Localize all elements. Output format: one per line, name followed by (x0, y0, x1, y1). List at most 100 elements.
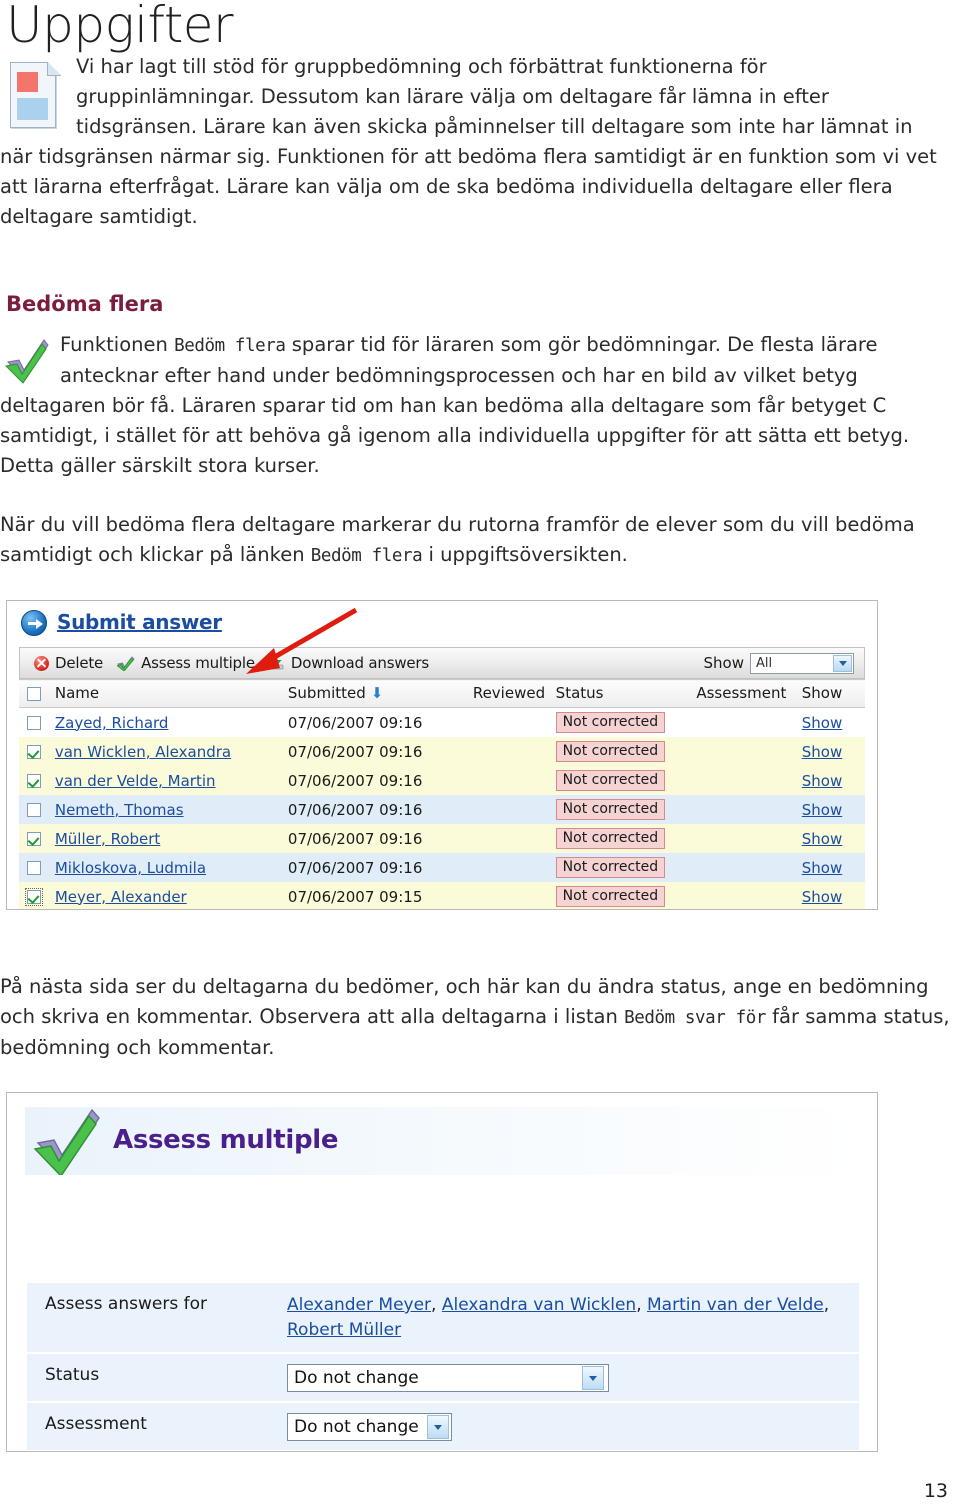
assessment-cell (696, 707, 802, 737)
row-checkbox[interactable] (27, 832, 41, 846)
submitted-cell: 07/06/2007 09:16 (287, 853, 473, 882)
show-link[interactable]: Show (802, 830, 842, 848)
row-checkbox[interactable] (27, 745, 41, 759)
row-checkbox[interactable] (27, 861, 41, 875)
delete-label: Delete (55, 654, 104, 672)
status-badge: Not corrected (555, 712, 666, 733)
participant-name-link[interactable]: Mikloskova, Ludmila (55, 859, 206, 877)
select-all-checkbox[interactable] (27, 686, 41, 701)
intro-paragraph: Vi har lagt till stöd för gruppbedömning… (0, 55, 937, 228)
assessment-cell (696, 824, 802, 853)
table-row[interactable]: Zayed, Richard 07/06/2007 09:16 Not correc… (19, 707, 865, 737)
status-select[interactable]: Do not change (287, 1364, 609, 1392)
row-assess-answers-for: Assess answers for Alexander Meyer, Alex… (27, 1283, 859, 1354)
assessment-select[interactable]: Do not change (287, 1413, 452, 1441)
row-assessment: Assessment Do not change (27, 1403, 859, 1451)
chevron-down-icon[interactable] (426, 1415, 449, 1439)
table-row[interactable]: van Wicklen, Alexandra 07/06/2007 09:16 No… (19, 737, 865, 766)
row-checkbox-cell[interactable] (19, 766, 55, 795)
row-checkbox-cell[interactable] (19, 882, 55, 909)
table-row[interactable]: Müller, Robert 07/06/2007 09:16 Not correc… (19, 824, 865, 853)
submitted-cell: 07/06/2007 09:16 (287, 707, 473, 737)
row-checkbox-cell[interactable] (19, 737, 55, 766)
show-filter: Show All (703, 652, 854, 674)
select-all-header[interactable] (19, 679, 55, 708)
show-cell: Show (801, 737, 865, 766)
table-row[interactable]: Mikloskova, Ludmila 07/06/2007 09:16 Not c… (19, 853, 865, 882)
participant-name-link[interactable]: Zayed, Richard (55, 714, 169, 732)
delete-button[interactable]: Delete (34, 654, 103, 672)
list-toolbar: Delete Assess multiple Download answers … (19, 647, 865, 679)
status-badge: Not corrected (555, 770, 666, 791)
para1-part-a: Funktionen (60, 333, 175, 356)
row-checkbox[interactable] (25, 888, 43, 906)
participant-name-link[interactable]: van der Velde, Martin (55, 772, 216, 790)
page-number: 13 (923, 1480, 948, 1502)
green-check-icon (4, 336, 50, 384)
status-cell: Not corrected (555, 737, 697, 766)
participant-name-cell: Nemeth, Thomas (54, 795, 288, 824)
participant-link[interactable]: Alexander Meyer (287, 1295, 431, 1315)
para1-mono-term: Bedöm flera (174, 336, 286, 356)
col-name[interactable]: Name (54, 679, 288, 708)
table-row[interactable]: van der Velde, Martin 07/06/2007 09:16 Not… (19, 766, 865, 795)
col-reviewed[interactable]: Reviewed (472, 679, 556, 708)
row-checkbox-cell[interactable] (19, 853, 55, 882)
participant-name-link[interactable]: van Wicklen, Alexandra (55, 743, 231, 761)
assessment-label: Assessment (45, 1414, 147, 1434)
para3-mono-term: Bedöm svar för (624, 1008, 766, 1028)
col-submitted[interactable]: Submitted ⬇ (287, 679, 473, 708)
participant-name-cell: Zayed, Richard (54, 707, 288, 737)
row-checkbox[interactable] (27, 774, 41, 788)
show-filter-value: All (756, 655, 773, 671)
assess-multiple-form: Assess answers for Alexander Meyer, Alex… (27, 1283, 859, 1451)
reviewed-cell (472, 853, 556, 882)
section-paragraph-1: Funktionen Bedöm flera sparar tid för lä… (0, 330, 952, 481)
col-submitted-label: Submitted (287, 684, 366, 702)
participant-link[interactable]: Robert Müller (287, 1320, 401, 1340)
submitted-cell: 07/06/2007 09:16 (287, 766, 473, 795)
participant-name-link[interactable]: Müller, Robert (55, 830, 160, 848)
assess-answers-for-value: Alexander Meyer, Alexandra van Wicklen, … (287, 1295, 830, 1340)
assess-multiple-header: Assess multiple (25, 1107, 859, 1178)
col-assessment[interactable]: Assessment (696, 679, 802, 708)
submit-answer-link[interactable]: Submit answer (57, 610, 222, 634)
show-link[interactable]: Show (802, 801, 842, 819)
section-paragraph-3: På nästa sida ser du deltagarna du bedöm… (0, 972, 952, 1063)
col-show[interactable]: Show (801, 679, 865, 708)
section-heading: Bedöma flera (6, 292, 164, 316)
show-cell: Show (801, 707, 865, 737)
participant-name-link[interactable]: Meyer, Alexander (55, 888, 187, 906)
row-checkbox-cell[interactable] (19, 795, 55, 824)
row-checkbox-cell[interactable] (19, 707, 55, 737)
assess-multiple-button[interactable]: Assess multiple (116, 654, 255, 672)
arrow-right-icon (21, 610, 47, 636)
assessment-select-value: Do not change (294, 1417, 419, 1437)
table-row[interactable]: Nemeth, Thomas 07/06/2007 09:16 Not correc… (19, 795, 865, 824)
participant-name-cell: Mikloskova, Ludmila (54, 853, 288, 882)
reviewed-cell (472, 795, 556, 824)
status-cell: Not corrected (555, 824, 697, 853)
participant-link[interactable]: Alexandra van Wicklen (442, 1295, 636, 1315)
chevron-down-icon[interactable] (582, 1366, 604, 1390)
show-link[interactable]: Show (802, 772, 842, 790)
show-link[interactable]: Show (802, 714, 842, 732)
download-answers-button[interactable]: Download answers (269, 654, 429, 672)
submitted-cell: 07/06/2007 09:15 (287, 882, 473, 909)
chevron-down-icon[interactable] (833, 654, 852, 672)
show-link[interactable]: Show (802, 743, 842, 761)
show-link[interactable]: Show (802, 859, 842, 877)
show-link[interactable]: Show (802, 888, 842, 906)
row-checkbox[interactable] (27, 803, 41, 817)
table-header-row: Name Submitted ⬇ Reviewed Status Assessme… (19, 679, 865, 708)
download-answers-label: Download answers (290, 654, 429, 672)
reviewed-cell (472, 824, 556, 853)
participant-name-link[interactable]: Nemeth, Thomas (55, 801, 184, 819)
row-checkbox-cell[interactable] (19, 824, 55, 853)
col-status[interactable]: Status (555, 679, 697, 708)
table-row[interactable]: Meyer, Alexander 07/06/2007 09:15 Not corr… (19, 882, 865, 909)
row-checkbox[interactable] (27, 716, 41, 730)
show-filter-select[interactable]: All (750, 652, 854, 674)
show-filter-label: Show (703, 654, 744, 672)
participant-link[interactable]: Martin van der Velde (647, 1295, 824, 1315)
